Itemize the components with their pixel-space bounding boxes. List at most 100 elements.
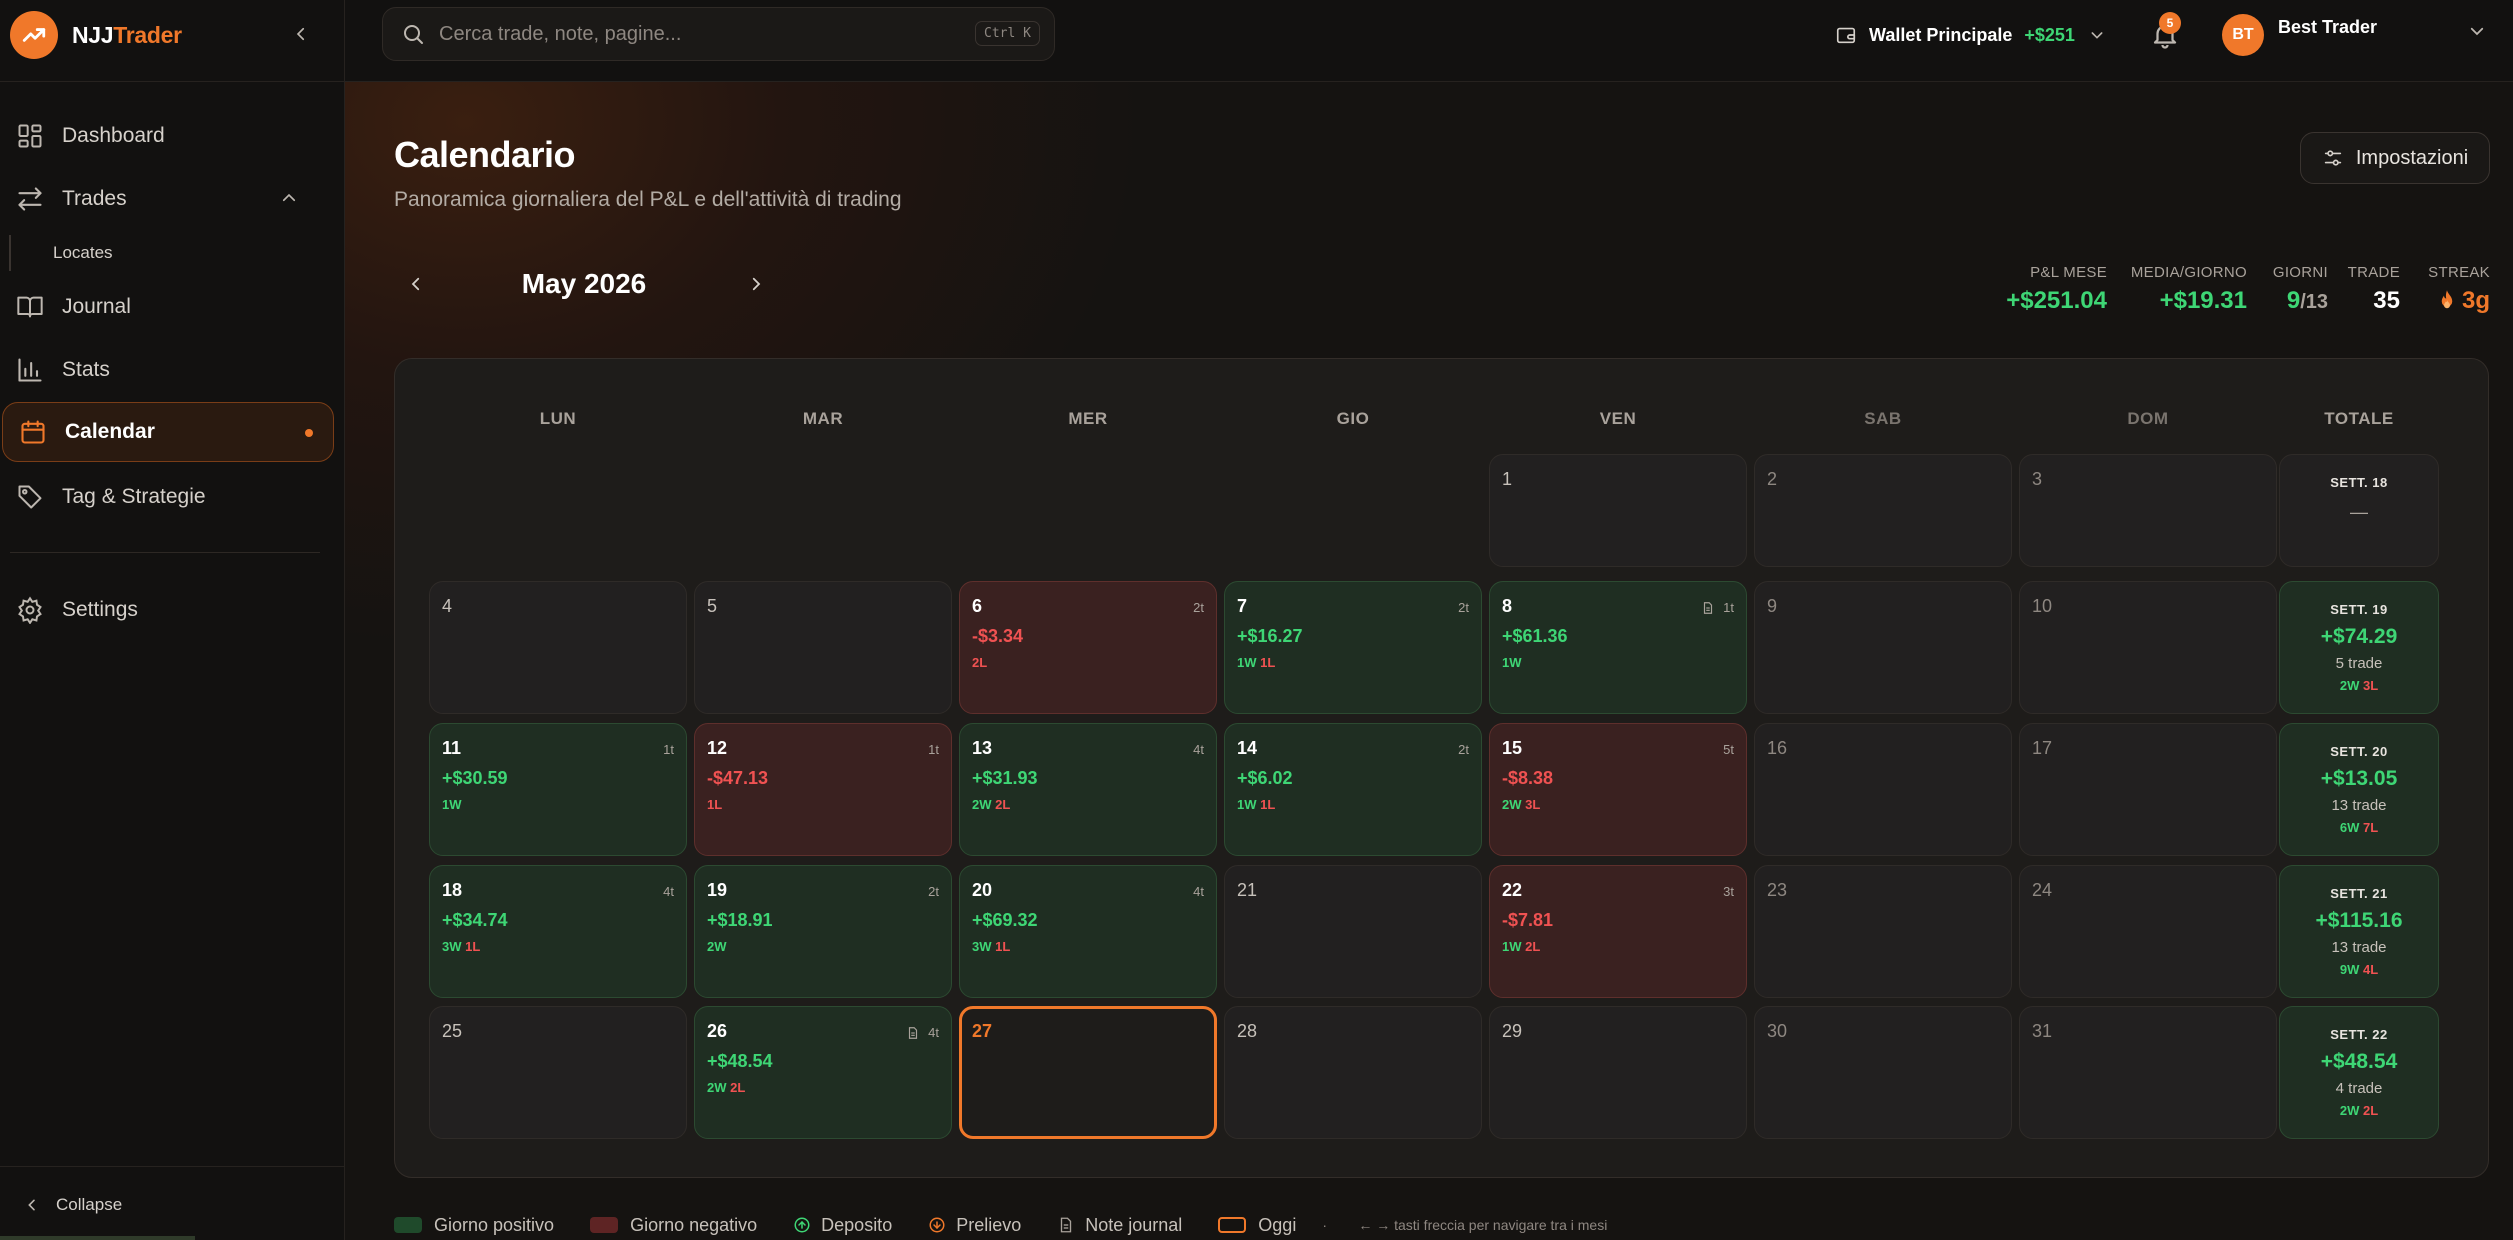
day-number: 24 [2032, 880, 2053, 900]
legend: Giorno positivo Giorno negativo Deposito… [394, 1212, 1607, 1238]
stat-value: 9/13 [2273, 287, 2328, 315]
sidebar-item-dashboard[interactable]: Dashboard [0, 106, 332, 166]
day-cell[interactable]: 4 [429, 581, 687, 714]
legend-positive: Giorno positivo [394, 1215, 554, 1236]
day-cell[interactable]: 19 2t +$18.91 2W [694, 865, 952, 998]
stat-label: STREAK [2428, 264, 2490, 281]
settings-button[interactable]: Impostazioni [2300, 132, 2490, 184]
negative-swatch [590, 1217, 619, 1233]
sidebar-item-journal[interactable]: Journal [0, 277, 332, 337]
day-winloss: 1W [1502, 655, 1522, 670]
search-shortcut: Ctrl K [975, 21, 1040, 46]
logo-prefix: NJJ [72, 21, 114, 48]
wins: 1W [1237, 655, 1257, 670]
week-total-cell[interactable]: SETT. 22 +$48.54 4 trade 2W 2L [2279, 1006, 2439, 1139]
day-cell[interactable]: 17 [2019, 723, 2277, 856]
losses: 2L [995, 797, 1011, 812]
day-cell[interactable]: 9 [1754, 581, 2012, 714]
day-winloss: 1W 1L [1237, 655, 1275, 670]
prev-month-button[interactable] [394, 262, 438, 306]
legend-label: Giorno negativo [630, 1214, 758, 1235]
day-cell[interactable]: 24 [2019, 865, 2277, 998]
sidebar-subitem-locates[interactable]: Locates [9, 235, 113, 271]
week-trades: 5 trade [2335, 655, 2383, 672]
sidebar-item-settings[interactable]: Settings [0, 580, 332, 640]
sidebar-collapse-button[interactable] [287, 20, 315, 48]
week-total-cell[interactable]: SETT. 18 — [2279, 454, 2439, 567]
sidebar-divider-top [0, 81, 345, 82]
day-number: 2 [1767, 469, 1778, 489]
search-input[interactable] [439, 22, 1054, 46]
week-total-cell[interactable]: SETT. 21 +$115.16 13 trade 9W 4L [2279, 865, 2439, 998]
empty-cell [694, 454, 952, 567]
day-cell[interactable]: 21 [1224, 865, 1482, 998]
stat-value: +$251.04 [2006, 287, 2107, 314]
sidebar-item-label: Journal [62, 295, 131, 318]
day-cell[interactable]: 30 [1754, 1006, 2012, 1139]
sidebar-item-label: Tag & Strategie [62, 485, 206, 508]
day-cell[interactable]: 28 [1224, 1006, 1482, 1139]
day-number: 19 [707, 880, 728, 900]
day-cell[interactable]: 7 2t +$16.27 1W 1L [1224, 581, 1482, 714]
stat-label: TRADE [2347, 264, 2400, 281]
user-menu[interactable]: BT Best Trader [2222, 14, 2377, 56]
day-cell[interactable]: 26 4t +$48.54 2W 2L [694, 1006, 952, 1139]
week-label: SETT. 21 [2330, 886, 2388, 901]
day-number: 8 [1502, 596, 1513, 616]
scrollbar[interactable] [0, 1236, 195, 1240]
week-total-cell[interactable]: SETT. 19 +$74.29 5 trade 2W 3L [2279, 581, 2439, 714]
week-total-cell[interactable]: SETT. 20 +$13.05 13 trade 6W 7L [2279, 723, 2439, 856]
day-cell[interactable]: 10 [2019, 581, 2277, 714]
day-cell[interactable]: 23 [1754, 865, 2012, 998]
day-cell[interactable]: 29 [1489, 1006, 1747, 1139]
withdraw-icon [929, 1217, 945, 1233]
sidebar-item-stats[interactable]: Stats [0, 340, 332, 400]
losses: 2L [730, 1080, 746, 1095]
day-cell[interactable]: 13 4t +$31.93 2W 2L [959, 723, 1217, 856]
legend-negative: Giorno negativo [590, 1215, 757, 1236]
chevron-down-icon[interactable] [2468, 22, 2486, 40]
wallet-selector[interactable]: Wallet Principale +$251 [1835, 17, 2117, 53]
day-cell[interactable]: 14 2t +$6.02 1W 1L [1224, 723, 1482, 856]
trade-count: 5t [1723, 742, 1734, 757]
month-stats: P&L MESE +$251.04 MEDIA/GIORNO +$19.31 G… [1995, 264, 2490, 324]
total-header: TOTALE [2324, 409, 2394, 428]
sidebar-item-trades[interactable]: Trades [0, 169, 332, 229]
day-cell[interactable]: 6 2t -$3.34 2L [959, 581, 1217, 714]
wins: 6W [2339, 820, 2360, 835]
week-trades: 13 trade [2331, 797, 2387, 814]
day-cell[interactable]: 18 4t +$34.74 3W 1L [429, 865, 687, 998]
sidebar-item-label: Trades [62, 187, 127, 210]
day-cell-today[interactable]: 27 [959, 1006, 1217, 1139]
wins: 1W [1237, 797, 1257, 812]
sidebar-item-tags[interactable]: Tag & Strategie [0, 467, 332, 527]
sidebar-item-label: Settings [62, 598, 138, 621]
search-box[interactable]: Ctrl K [382, 7, 1055, 61]
day-number: 25 [442, 1021, 463, 1041]
day-cell[interactable]: 3 [2019, 454, 2277, 567]
day-cell[interactable]: 12 1t -$47.13 1L [694, 723, 952, 856]
trade-count: 4t [663, 884, 674, 899]
day-cell[interactable]: 31 [2019, 1006, 2277, 1139]
day-cell[interactable]: 5 [694, 581, 952, 714]
day-cell[interactable]: 20 4t +$69.32 3W 1L [959, 865, 1217, 998]
logo[interactable]: NJJTrader [10, 9, 182, 61]
day-cell[interactable]: 2 [1754, 454, 2012, 567]
days-positive: 9 [2286, 287, 2301, 314]
separator-dot: · [1322, 1217, 1327, 1233]
day-cell[interactable]: 8 1t +$61.36 1W [1489, 581, 1747, 714]
trade-count: 1t [928, 742, 939, 757]
day-cell[interactable]: 15 5t -$8.38 2W 3L [1489, 723, 1747, 856]
day-pnl: -$7.81 [1502, 910, 1554, 930]
day-cell[interactable]: 11 1t +$30.59 1W [429, 723, 687, 856]
next-month-button[interactable] [734, 262, 778, 306]
day-number: 10 [2032, 596, 2053, 616]
note-icon [1704, 601, 1713, 614]
collapse-button[interactable]: Collapse [24, 1195, 122, 1215]
sidebar-item-calendar[interactable]: Calendar [2, 402, 334, 462]
day-cell[interactable]: 22 3t -$7.81 1W 2L [1489, 865, 1747, 998]
day-cell[interactable]: 16 [1754, 723, 2012, 856]
day-cell[interactable]: 25 [429, 1006, 687, 1139]
day-cell[interactable]: 1 [1489, 454, 1747, 567]
wins: 1W [442, 797, 462, 812]
